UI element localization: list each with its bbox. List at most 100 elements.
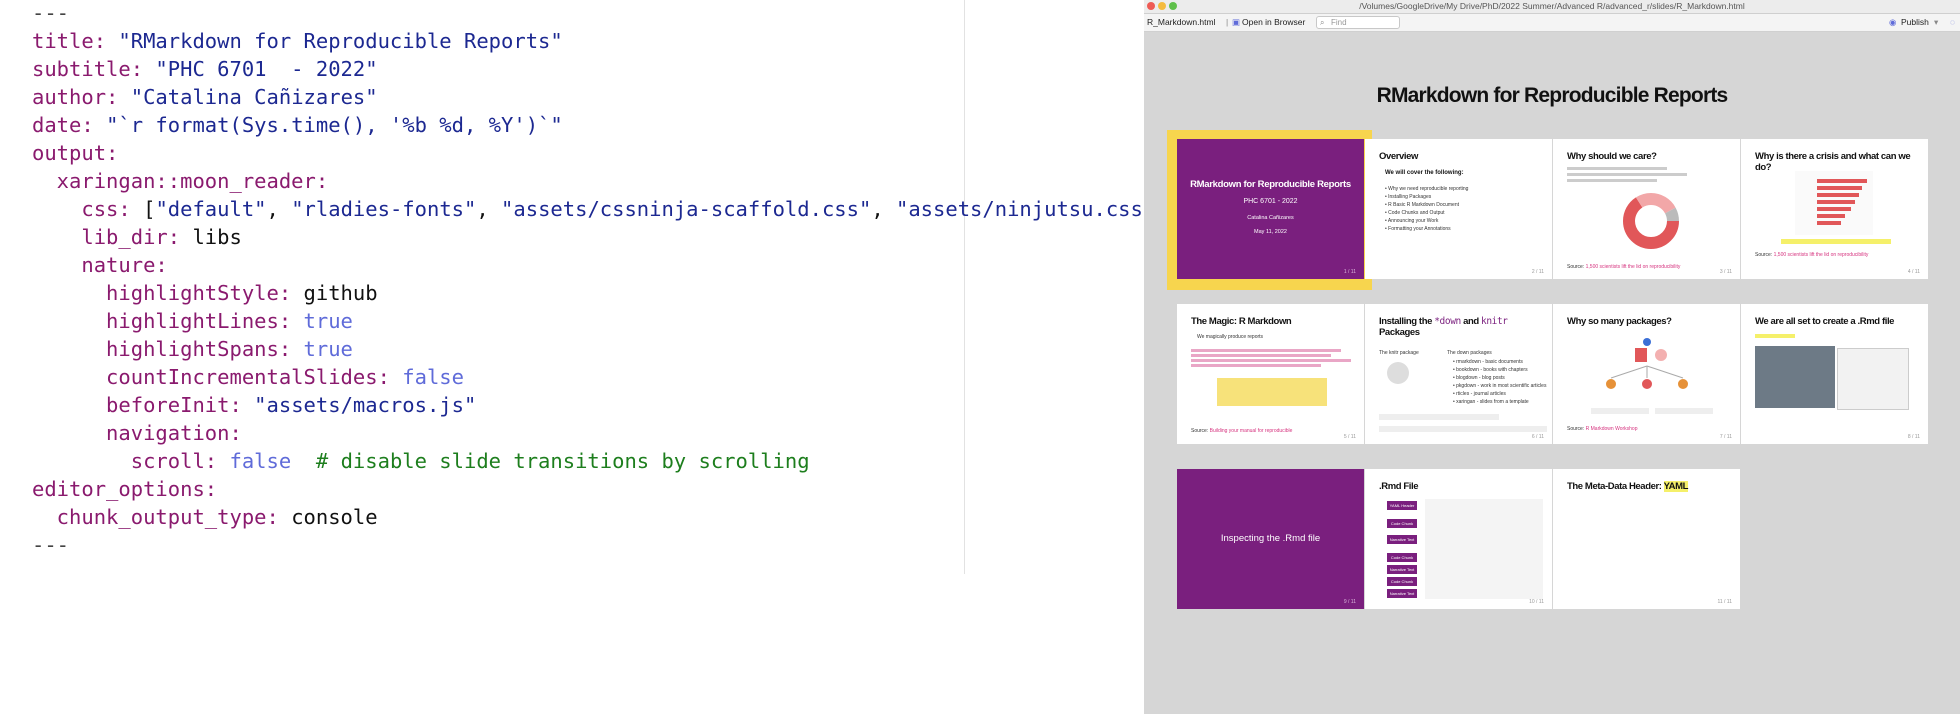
callout-label: Narrative Text <box>1387 535 1417 544</box>
callout-label: Narrative Text <box>1387 589 1417 598</box>
bullet: • R Basic R Markdown Document <box>1385 202 1459 208</box>
slide-thumbnail-2[interactable]: Overview We will cover the following: • … <box>1365 139 1552 279</box>
code-line <box>1191 364 1321 367</box>
code-token: false <box>402 365 464 389</box>
browser-icon: ▣ <box>1232 17 1241 27</box>
code-line[interactable]: highlightStyle: github <box>32 279 1168 307</box>
bullet: • bookdown - books with chapters <box>1453 367 1528 373</box>
source-text: Source: R Markdown Workshop <box>1567 426 1638 432</box>
slide-title: Overview <box>1379 151 1419 162</box>
slide-title: The Magic: R Markdown <box>1191 316 1292 327</box>
viewer-tab[interactable]: R_Markdown.html <box>1147 17 1216 28</box>
page-number: 7 / 11 <box>1719 434 1732 440</box>
slide-title: Why should we care? <box>1567 151 1657 162</box>
code-chunk <box>1379 414 1499 420</box>
find-input[interactable]: ⌕ Find <box>1316 16 1400 29</box>
package-diagram <box>1606 338 1688 389</box>
search-icon: ⌕ <box>1320 18 1325 27</box>
code-line[interactable]: lib_dir: libs <box>32 223 1168 251</box>
code-line[interactable]: chunk_output_type: console <box>32 503 1168 531</box>
code-line <box>1191 354 1331 357</box>
code-line[interactable]: output: <box>32 139 1168 167</box>
bar-chart-figure <box>1795 171 1873 235</box>
slide-thumbnail-4[interactable]: Why is there a crisis and what can we do… <box>1741 139 1928 279</box>
code-line[interactable]: highlightLines: true <box>32 307 1168 335</box>
source-text: Source: 1,500 scientists lift the lid on… <box>1755 252 1869 258</box>
code-line[interactable]: subtitle: "PHC 6701 - 2022" <box>32 55 1168 83</box>
slide-title: The Meta-Data Header: YAML <box>1567 481 1689 492</box>
slide-title: .Rmd File <box>1379 481 1419 492</box>
code-line[interactable]: highlightSpans: true <box>32 335 1168 363</box>
source-text: Source: Building your manual for reprodu… <box>1191 428 1293 434</box>
code-token: css: <box>32 197 144 221</box>
bullet: • rticles - journal articles <box>1453 391 1506 397</box>
slide-thumbnail-10[interactable]: .Rmd File YAML Header Code Chunk Narrati… <box>1365 469 1552 609</box>
slide-thumbnail-9[interactable]: Inspecting the .Rmd file 9 / 11 <box>1177 469 1364 609</box>
slide-thumbnail-8[interactable]: We are all set to create a .Rmd file 8 /… <box>1741 304 1928 444</box>
highlight-bar <box>1755 334 1795 338</box>
chevron-down-icon[interactable]: ▾ <box>1934 17 1938 28</box>
code-line[interactable]: editor_options: <box>32 475 1168 503</box>
source-editor[interactable]: --- title: "RMarkdown for Reproducible Re… <box>0 0 1168 714</box>
code-token: "assets/macros.js" <box>254 393 477 417</box>
zoom-icon[interactable] <box>1169 2 1177 10</box>
slide-thumbnail-6[interactable]: Installing the *down and knitr Packages T… <box>1365 304 1552 444</box>
toolbar-divider: | <box>1226 17 1229 27</box>
code-token: # disable slide transitions by scrolling <box>291 449 810 473</box>
code-line[interactable]: countIncrementalSlides: false <box>32 363 1168 391</box>
code-line <box>1191 359 1351 362</box>
code-line[interactable]: nature: <box>32 251 1168 279</box>
code-line[interactable]: --- <box>32 0 1168 27</box>
code-token: github <box>303 281 378 305</box>
code-token: "default" <box>155 197 267 221</box>
source-link[interactable]: 1,500 scientists lift the lid on reprodu… <box>1774 252 1869 258</box>
code-token: false <box>229 449 292 473</box>
slide-title: Why so many packages? <box>1567 316 1672 327</box>
bullet: • Why we need reproducible reporting <box>1385 186 1469 192</box>
code-token: [ <box>143 197 156 221</box>
rmd-code-sample <box>1425 499 1543 599</box>
code-token: "rladies-fonts" <box>291 197 477 221</box>
bullet: • Announcing your Work <box>1385 218 1439 224</box>
callout-label: Narrative Text <box>1387 565 1417 574</box>
source-link[interactable]: 1,500 scientists lift the lid on reprodu… <box>1586 264 1681 270</box>
bullet: • rmarkdown - basic documents <box>1453 359 1523 365</box>
rstudio-screenshot <box>1755 346 1835 408</box>
code-line[interactable]: beforeInit: "assets/macros.js" <box>32 391 1168 419</box>
bullet: • Installing Packages <box>1385 194 1432 200</box>
publish-button[interactable]: Publish <box>1901 17 1929 28</box>
workflow-diagram <box>1217 378 1327 406</box>
code-token: , <box>266 197 292 221</box>
code-line[interactable]: css: ["default", "rladies-fonts", "asset… <box>32 195 1167 223</box>
source-link[interactable]: R Markdown Workshop <box>1586 426 1638 432</box>
open-in-browser-button[interactable]: Open in Browser <box>1242 17 1305 28</box>
document-title: RMarkdown for Reproducible Reports <box>1376 84 1729 107</box>
code-line[interactable]: --- <box>32 531 1168 559</box>
refresh-icon[interactable]: ◌ <box>1950 17 1955 28</box>
code-line[interactable]: date: "`r format(Sys.time(), '%b %d, %Y'… <box>32 111 1168 139</box>
code-line[interactable]: navigation: <box>32 419 1168 447</box>
code-token: highlightStyle: <box>32 281 304 305</box>
yaml-code[interactable]: --- title: "RMarkdown for Reproducible Re… <box>32 0 1168 559</box>
code-line[interactable]: author: "Catalina Cañizares" <box>32 83 1168 111</box>
code-line[interactable]: title: "RMarkdown for Reproducible Repor… <box>32 27 1168 55</box>
close-icon[interactable] <box>1147 2 1155 10</box>
code-line[interactable]: xaringan::moon_reader: <box>32 167 1168 195</box>
slide-thumbnail-1[interactable]: RMarkdown for Reproducible Reports PHC 6… <box>1177 139 1364 279</box>
slide-thumbnail-5[interactable]: The Magic: R Markdown We magically produ… <box>1177 304 1364 444</box>
source-link[interactable]: Building your manual for reproducible <box>1210 428 1293 434</box>
slide-thumbnail-3[interactable]: Why should we care? Source: 1,500 scient… <box>1553 139 1740 279</box>
text-line <box>1567 179 1657 182</box>
code-token: --- <box>32 1 70 25</box>
slide-subtitle: We magically produce reports <box>1197 334 1264 340</box>
code-token: libs <box>192 225 242 249</box>
code-token: navigation: <box>32 421 242 445</box>
code-line[interactable]: scroll: false # disable slide transition… <box>32 447 1168 475</box>
page-number: 1 / 11 <box>1343 269 1356 275</box>
code-token: nature: <box>32 253 168 277</box>
window-titlebar: /Volumes/GoogleDrive/My Drive/PhD/2022 S… <box>1144 0 1960 14</box>
slide-thumbnail-11[interactable]: The Meta-Data Header: YAML 11 / 11 <box>1553 469 1740 609</box>
donut-chart <box>1623 193 1679 249</box>
slide-thumbnail-7[interactable]: Why so many packages? Source: R Markdown… <box>1553 304 1740 444</box>
minimize-icon[interactable] <box>1158 2 1166 10</box>
